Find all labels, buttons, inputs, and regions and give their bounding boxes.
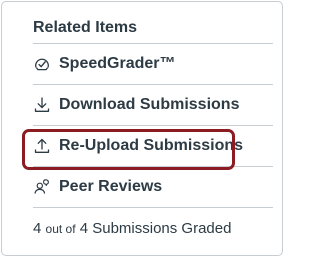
total-submissions-text: 4 Submissions Graded: [79, 220, 232, 237]
speedgrader-link[interactable]: SpeedGrader™: [33, 54, 175, 74]
reupload-submissions-label: Re-Upload Submissions: [59, 137, 244, 154]
upload-icon: [33, 137, 51, 155]
peer-reviews-link[interactable]: Peer Reviews: [33, 177, 162, 197]
submissions-summary: 4 out of 4 Submissions Graded: [33, 207, 273, 247]
list-item-speedgrader: SpeedGrader™: [33, 43, 273, 83]
related-items-card: Related Items SpeedGrader™ Download Subm…: [1, 1, 283, 256]
graded-count: 4: [33, 220, 42, 237]
list-item-peer-reviews: Peer Reviews: [33, 166, 273, 206]
submissions-graded-text: 4 out of 4 Submissions Graded: [33, 219, 231, 239]
download-icon: [33, 96, 51, 114]
list-item-download-submissions: Download Submissions: [33, 84, 273, 124]
speedgrader-icon: [33, 55, 51, 73]
list-item-reupload-submissions: Re-Upload Submissions: [33, 125, 273, 165]
peer-reviews-label: Peer Reviews: [59, 178, 163, 195]
download-submissions-link[interactable]: Download Submissions: [33, 95, 239, 115]
out-of-text: out of: [45, 222, 76, 236]
download-submissions-label: Download Submissions: [59, 96, 240, 113]
peer-reviews-icon: [33, 178, 51, 196]
reupload-submissions-link[interactable]: Re-Upload Submissions: [33, 136, 243, 156]
speedgrader-label: SpeedGrader™: [59, 55, 176, 72]
related-items-heading: Related Items: [33, 19, 138, 36]
